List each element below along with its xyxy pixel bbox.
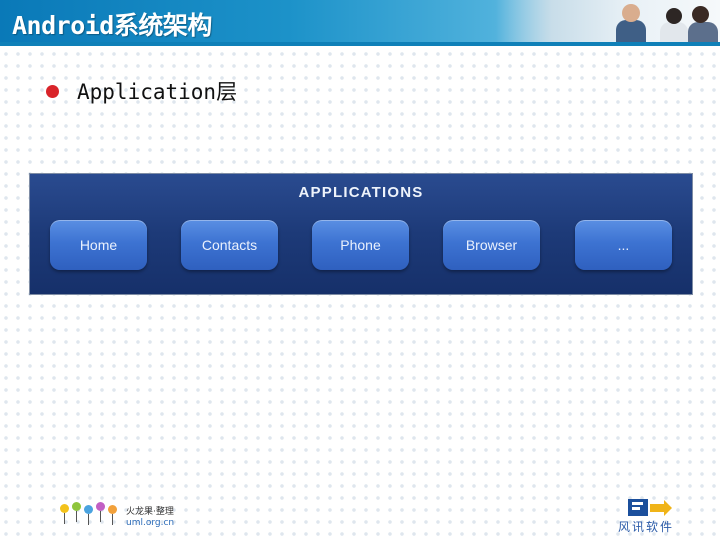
logo-figure-icon [84, 505, 93, 514]
header-photo-person [692, 6, 709, 23]
header-photo [496, 0, 720, 42]
app-more-button[interactable]: ... [575, 220, 672, 270]
bullet-text: Application层 [77, 80, 238, 104]
logo-figure-icon [112, 514, 113, 525]
logo-name: 火龙果·整理 [126, 507, 174, 517]
fengxun-logo: 风讯软件 [612, 498, 692, 534]
logo-url: uml.org.cn [126, 518, 175, 528]
logo-figure-icon [108, 505, 117, 514]
app-contacts-button[interactable]: Contacts [181, 220, 278, 270]
logo-figure-icon [64, 513, 65, 524]
header-photo-person [616, 20, 646, 42]
header-photo-person [660, 22, 688, 42]
bullet-item: Application层 [46, 76, 237, 106]
logo-figure-icon [60, 504, 69, 513]
logo-figure-icon [76, 511, 77, 522]
header-photo-person [622, 4, 640, 22]
applications-layer-title: APPLICATIONS [298, 184, 424, 201]
umlchina-logo: 火龙果·整理 uml.org.cn [56, 500, 176, 534]
header-photo-person [666, 8, 682, 24]
app-browser-button[interactable]: Browser [443, 220, 540, 270]
logo-figure-icon [72, 502, 81, 511]
logo-figure-icon [100, 511, 101, 522]
slide-header-bar: Android系统架构 [0, 0, 720, 46]
fengxun-logo-icon [628, 499, 672, 516]
app-phone-button[interactable]: Phone [312, 220, 409, 270]
applications-layer-diagram: APPLICATIONS Home Contacts Phone Browser… [30, 174, 692, 294]
slide-title: Android系统架构 [12, 11, 212, 40]
header-photo-person [688, 22, 718, 42]
fengxun-logo-text: 风讯软件 [618, 520, 675, 534]
logo-figure-icon [88, 514, 89, 525]
app-home-button[interactable]: Home [50, 220, 147, 270]
logo-figure-icon [96, 502, 105, 511]
bullet-dot-icon [46, 84, 59, 98]
